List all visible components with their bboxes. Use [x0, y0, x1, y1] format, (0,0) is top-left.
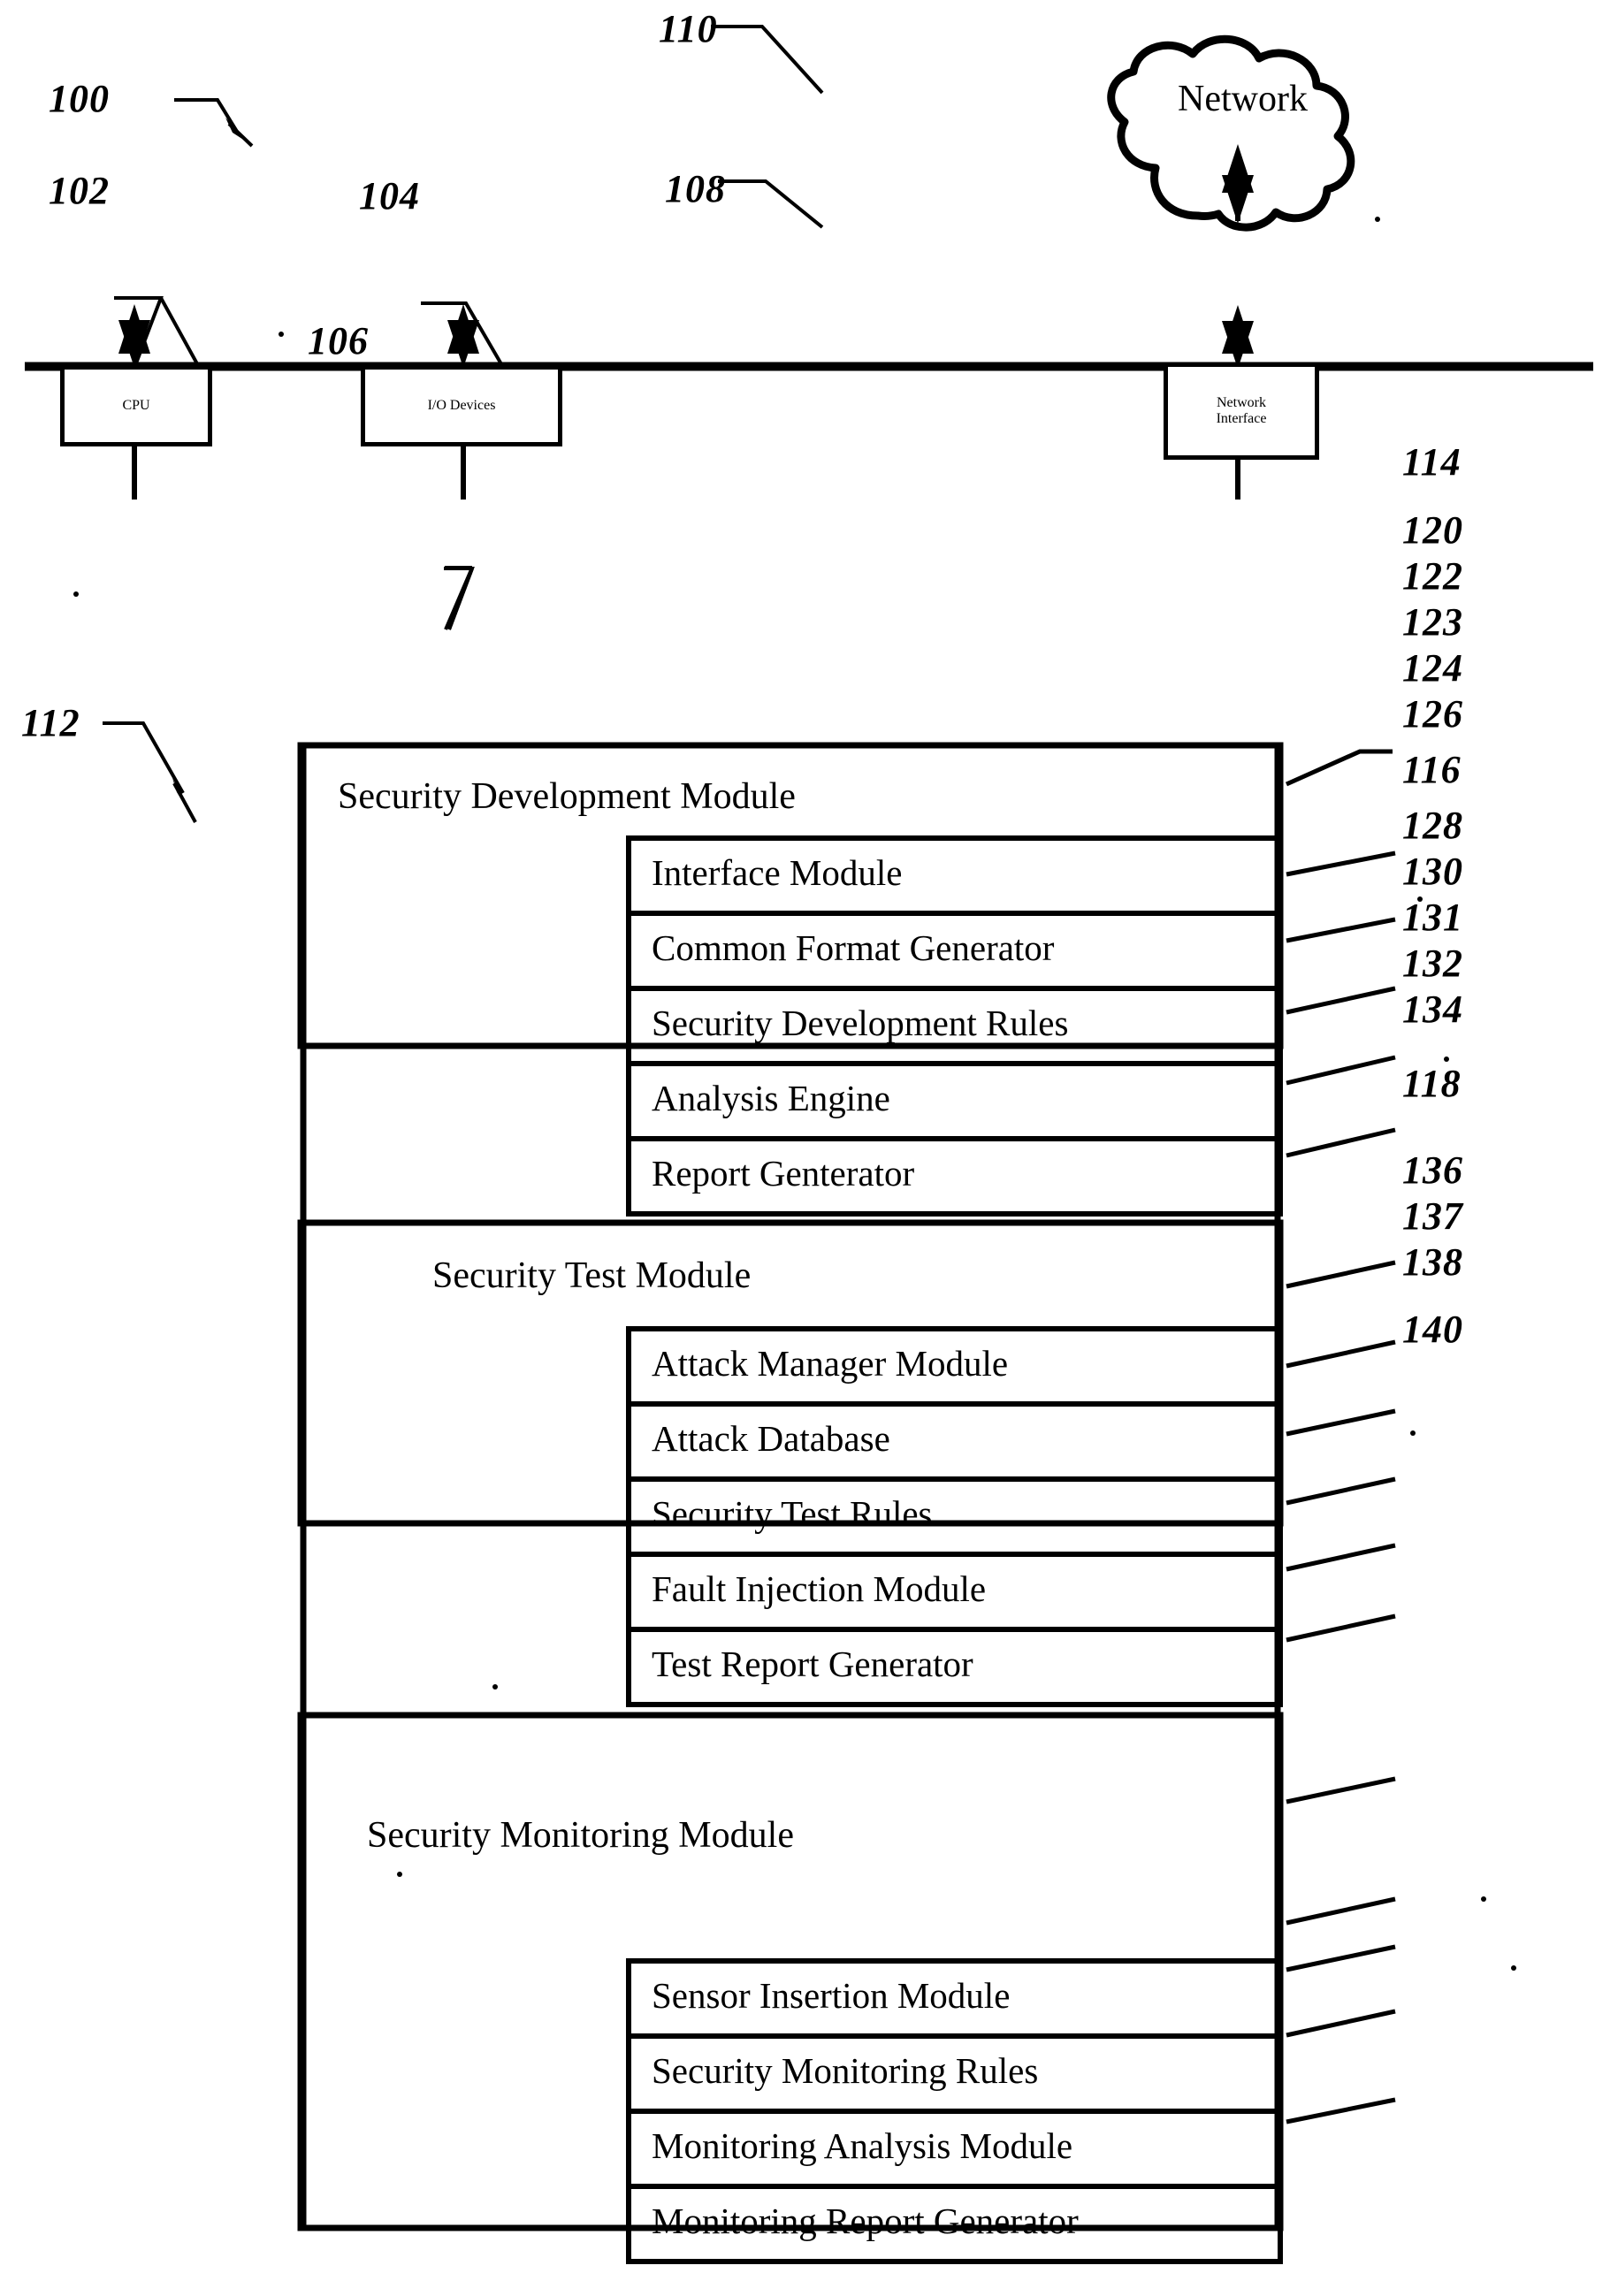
submodule-sensor-insertion-module: Sensor Insertion Module — [652, 1975, 1011, 2016]
cpu-label: CPU — [122, 398, 150, 413]
security-development-module-title: Security Development Module — [338, 776, 796, 817]
ref-134: 134 — [1402, 988, 1463, 1031]
ref-120: 120 — [1402, 508, 1463, 552]
submodule-attack-database: Attack Database — [652, 1418, 890, 1459]
submodule-test-report-generator: Test Report Generator — [652, 1644, 973, 1684]
ref-104: 104 — [359, 174, 420, 217]
submodule-fault-injection-module: Fault Injection Module — [652, 1568, 987, 1609]
io-devices-box: I/O Devices — [361, 365, 562, 446]
right-leader-lines — [1285, 749, 1396, 2124]
submodule-security-monitoring-rules: Security Monitoring Rules — [652, 2050, 1039, 2091]
ref-108: 108 — [665, 167, 726, 210]
ref-110: 110 — [659, 7, 718, 50]
submodule-security-test-rules: Security Test Rules — [652, 1493, 933, 1534]
leader-106 — [444, 566, 475, 630]
leader-102 — [114, 296, 202, 370]
cpu-box: CPU — [60, 365, 212, 446]
network-interface-label-line2: Interface — [1216, 411, 1267, 426]
arrow-network-to-interface — [1222, 144, 1254, 224]
ref-131: 131 — [1402, 896, 1463, 939]
leader-100 — [174, 98, 254, 148]
leader-108 — [718, 179, 824, 229]
network-cloud-label: Network — [1178, 79, 1308, 119]
submodule-security-development-rules: Security Development Rules — [652, 1003, 1069, 1043]
ref-140: 140 — [1402, 1308, 1463, 1351]
submodule-attack-manager-module: Attack Manager Module — [652, 1343, 1009, 1384]
ref-132: 132 — [1402, 942, 1463, 985]
submodule-report-genterator: Report Genterator — [652, 1153, 915, 1194]
ref-128: 128 — [1402, 804, 1463, 847]
security-test-module-title: Security Test Module — [432, 1255, 752, 1296]
submodule-monitoring-report-generator: Monitoring Report Generator — [652, 2201, 1079, 2241]
submodule-common-format-generator: Common Format Generator — [652, 927, 1055, 968]
network-interface-box: Network Interface — [1164, 362, 1319, 460]
ref-116: 116 — [1402, 748, 1462, 791]
submodule-monitoring-analysis-module: Monitoring Analysis Module — [652, 2125, 1073, 2166]
submodule-interface-module: Interface Module — [652, 852, 903, 893]
ref-122: 122 — [1402, 554, 1463, 598]
ref-102: 102 — [49, 169, 110, 212]
ref-137: 137 — [1402, 1194, 1463, 1238]
diagram-lineart — [25, 25, 1593, 2264]
io-devices-label: I/O Devices — [427, 398, 496, 413]
ref-114: 114 — [1402, 440, 1462, 484]
ref-138: 138 — [1402, 1240, 1463, 1284]
network-cloud-shape — [1107, 34, 1355, 232]
submodule-analysis-engine: Analysis Engine — [652, 1078, 890, 1118]
ref-106: 106 — [308, 319, 369, 362]
leader-104 — [421, 301, 506, 370]
ref-136: 136 — [1402, 1148, 1463, 1192]
security-monitoring-module-title: Security Monitoring Module — [367, 1815, 794, 1856]
ref-118: 118 — [1402, 1062, 1462, 1105]
ref-130: 130 — [1402, 850, 1463, 893]
ref-123: 123 — [1402, 600, 1463, 644]
ref-126: 126 — [1402, 692, 1463, 736]
leader-110 — [711, 25, 824, 95]
leader-112 — [103, 721, 197, 823]
ref-100: 100 — [49, 77, 110, 120]
ref-112: 112 — [21, 701, 80, 744]
ref-124: 124 — [1402, 646, 1463, 690]
figure-canvas: 100 102 104 106 108 110 112 114 120 122 … — [0, 0, 1618, 2296]
network-interface-label-line1: Network — [1217, 395, 1266, 410]
